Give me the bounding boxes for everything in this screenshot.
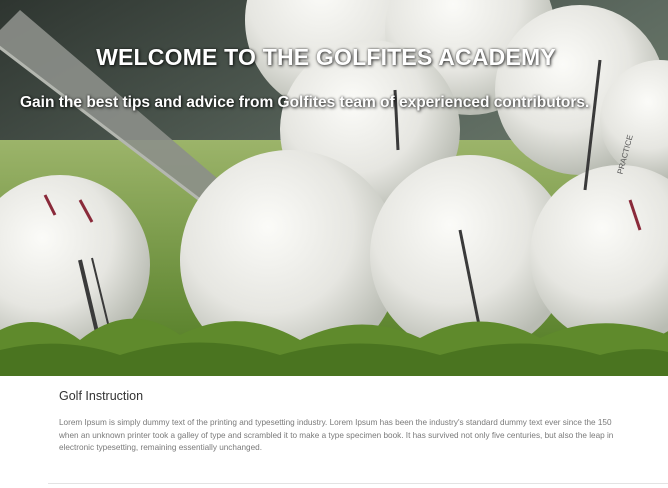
hero-title: WELCOME TO THE GOLFITES ACADEMY — [96, 44, 556, 70]
page: PRACTICE WELCOME TO THE GOLFITES ACADEMY… — [0, 0, 668, 488]
section-body-line: Lorem Ipsum is simply dummy text of the … — [59, 418, 612, 427]
hero-subtitle: Gain the best tips and advice from Golfi… — [20, 94, 590, 111]
section-divider — [48, 483, 668, 484]
section-title: Golf Instruction — [59, 389, 144, 403]
golf-instruction-section: Golf Instruction Lorem Ipsum is simply d… — [0, 376, 668, 488]
section-body-line: when an unknown printer took a galley of… — [59, 430, 614, 440]
section-body: Lorem Ipsum is simply dummy text of the … — [59, 417, 668, 455]
hero-banner: PRACTICE WELCOME TO THE GOLFITES ACADEMY… — [0, 0, 668, 376]
section-body-line: electronic typesetting, remaining essent… — [59, 443, 262, 452]
